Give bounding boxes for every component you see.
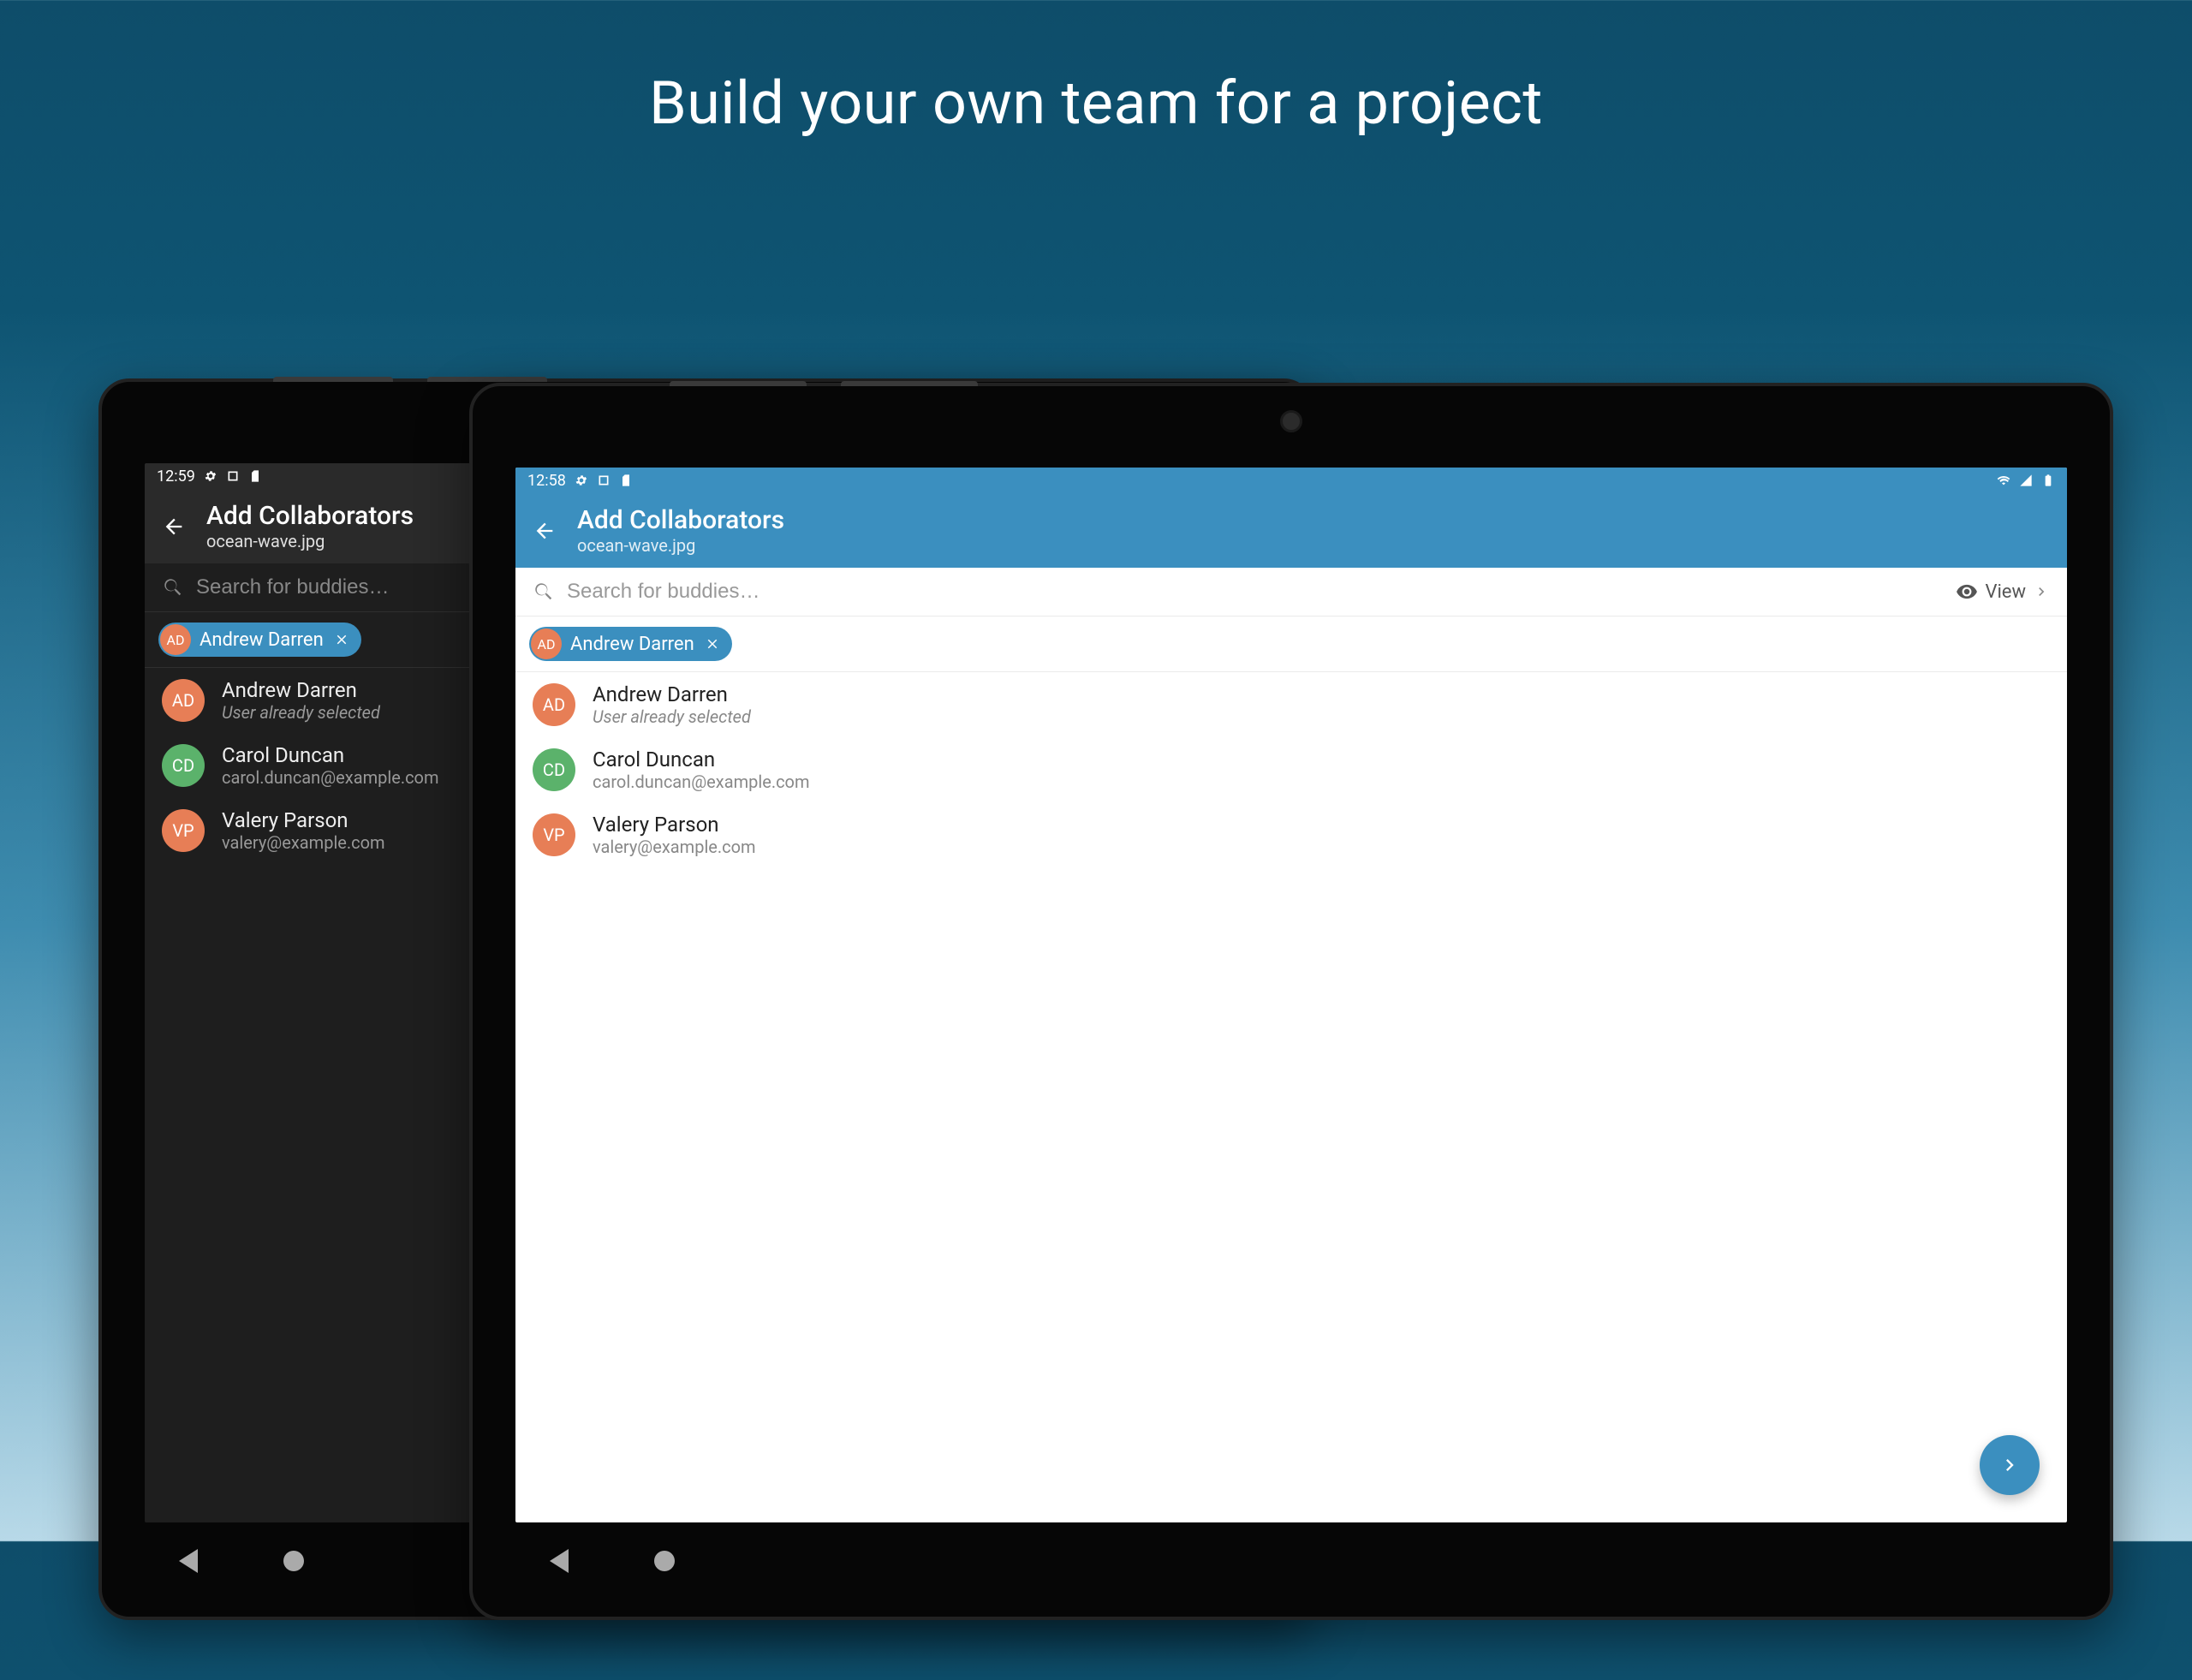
eye-icon <box>1956 581 1978 603</box>
square-icon <box>226 469 240 483</box>
chip-avatar: AD <box>160 624 191 655</box>
user-name: Carol Duncan <box>222 743 439 767</box>
tablet-button <box>670 381 807 386</box>
user-name: Andrew Darren <box>593 682 751 706</box>
statusbar: 12:58 <box>515 468 2067 493</box>
next-fab[interactable] <box>1980 1435 2040 1495</box>
signal-icon <box>2019 474 2033 487</box>
status-time: 12:58 <box>527 472 566 490</box>
user-subtitle: User already selected <box>593 706 751 727</box>
appbar-title: Add Collaborators <box>206 501 414 531</box>
battery-icon <box>2041 474 2055 487</box>
nav-back-icon[interactable] <box>179 1549 198 1573</box>
page-title: Build your own team for a project <box>0 0 2192 139</box>
user-row[interactable]: CD Carol Duncancarol.duncan@example.com <box>515 737 2067 802</box>
avatar: AD <box>162 679 205 722</box>
user-subtitle: carol.duncan@example.com <box>222 767 439 788</box>
avatar: VP <box>162 809 205 852</box>
search-icon <box>162 576 184 599</box>
user-subtitle: valery@example.com <box>222 832 385 853</box>
sd-icon <box>619 474 633 487</box>
user-name: Valery Parson <box>222 808 385 832</box>
appbar-title: Add Collaborators <box>577 505 784 535</box>
avatar: CD <box>533 748 575 791</box>
selected-chip[interactable]: AD Andrew Darren <box>529 627 732 661</box>
square-icon <box>597 474 611 487</box>
chip-avatar: AD <box>531 629 562 659</box>
avatar: VP <box>533 813 575 856</box>
back-icon[interactable] <box>162 515 186 539</box>
tablet-front: 12:58 Add Collaborators ocean-wave.jpg <box>469 383 2113 1620</box>
navbar <box>515 1540 2067 1582</box>
appbar-subtitle: ocean-wave.jpg <box>577 535 784 556</box>
tablet-button <box>841 381 978 386</box>
nav-home-icon[interactable] <box>654 1551 675 1571</box>
chip-label: Andrew Darren <box>200 629 324 651</box>
user-name: Carol Duncan <box>593 748 810 771</box>
back-icon[interactable] <box>533 519 557 543</box>
user-name: Andrew Darren <box>222 678 380 702</box>
view-label: View <box>1985 581 2026 603</box>
user-row[interactable]: AD Andrew DarrenUser already selected <box>515 672 2067 737</box>
screen-front: 12:58 Add Collaborators ocean-wave.jpg <box>515 468 2067 1522</box>
tablet-button <box>427 377 547 382</box>
chip-label: Andrew Darren <box>570 634 694 655</box>
status-time: 12:59 <box>157 468 195 486</box>
search-icon <box>533 581 555 603</box>
search-input[interactable] <box>567 580 1944 604</box>
user-subtitle: User already selected <box>222 702 380 723</box>
settings-icon <box>204 469 217 483</box>
chip-remove-icon[interactable] <box>703 634 722 653</box>
avatar: AD <box>533 683 575 726</box>
user-row[interactable]: VP Valery Parsonvalery@example.com <box>515 802 2067 867</box>
settings-icon <box>575 474 588 487</box>
view-button[interactable]: View <box>1956 581 2050 603</box>
user-list: AD Andrew DarrenUser already selected CD Ca… <box>515 672 2067 867</box>
chip-row: AD Andrew Darren <box>515 617 2067 672</box>
stage: 12:59 Add Collaborators ocean-wave.jpg <box>0 139 2192 1680</box>
chip-remove-icon[interactable] <box>332 630 351 649</box>
user-subtitle: carol.duncan@example.com <box>593 771 810 792</box>
selected-chip[interactable]: AD Andrew Darren <box>158 623 361 657</box>
tablet-button <box>273 377 393 382</box>
user-subtitle: valery@example.com <box>593 837 756 857</box>
search-row: View <box>515 568 2067 617</box>
camera-icon <box>1280 410 1302 432</box>
wifi-icon <box>1997 474 2010 487</box>
avatar: CD <box>162 744 205 787</box>
appbar: Add Collaborators ocean-wave.jpg <box>515 493 2067 568</box>
appbar-subtitle: ocean-wave.jpg <box>206 531 414 551</box>
nav-back-icon[interactable] <box>550 1549 569 1573</box>
sd-icon <box>248 469 262 483</box>
chevron-right-icon <box>1998 1453 2022 1477</box>
chevron-right-icon <box>2033 583 2050 600</box>
user-name: Valery Parson <box>593 813 756 837</box>
nav-home-icon[interactable] <box>283 1551 304 1571</box>
